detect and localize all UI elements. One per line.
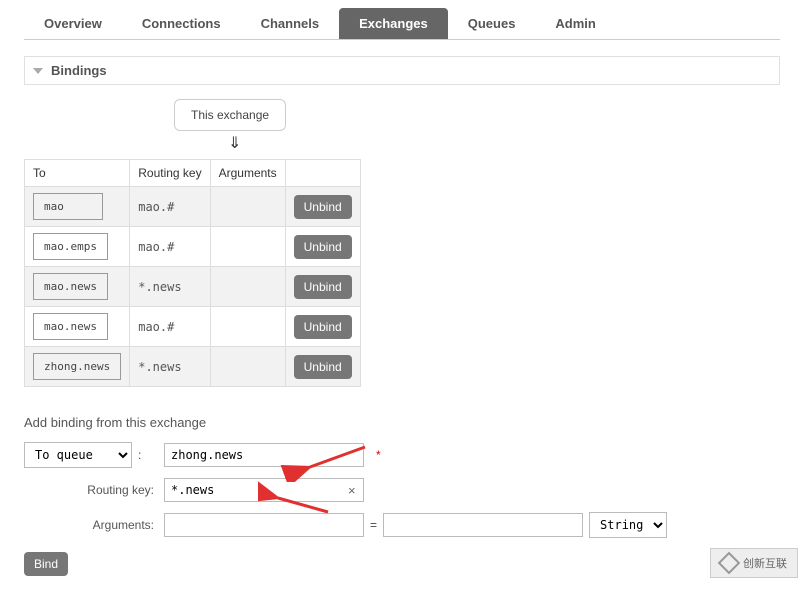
to-queue-select[interactable]: To queue bbox=[24, 442, 132, 468]
routing-key-cell: *.news bbox=[130, 267, 210, 307]
col-routing-key: Routing key bbox=[130, 160, 210, 187]
routing-key-cell: mao.# bbox=[130, 227, 210, 267]
watermark: 创新互联 bbox=[710, 548, 798, 578]
arguments-cell bbox=[210, 267, 285, 307]
tab-overview[interactable]: Overview bbox=[24, 8, 122, 39]
tab-admin[interactable]: Admin bbox=[535, 8, 615, 39]
queue-link[interactable]: mao.news bbox=[33, 313, 108, 340]
routing-key-cell: mao.# bbox=[130, 187, 210, 227]
table-row: mao.news *.news Unbind bbox=[25, 267, 361, 307]
queue-name-input[interactable] bbox=[164, 443, 364, 467]
queue-link[interactable]: zhong.news bbox=[33, 353, 121, 380]
argument-type-select[interactable]: String bbox=[589, 512, 667, 538]
unbind-button[interactable]: Unbind bbox=[294, 315, 352, 339]
queue-link[interactable]: mao.emps bbox=[33, 233, 108, 260]
bindings-table: To Routing key Arguments maomao.#Unbindm… bbox=[24, 159, 361, 387]
arguments-cell bbox=[210, 347, 285, 387]
table-row: zhong.news *.news Unbind bbox=[25, 347, 361, 387]
watermark-text: 创新互联 bbox=[743, 555, 787, 571]
unbind-button[interactable]: Unbind bbox=[294, 235, 352, 259]
bindings-title: Bindings bbox=[51, 63, 107, 78]
col-action bbox=[285, 160, 360, 187]
this-exchange-box: This exchange bbox=[174, 99, 286, 131]
tab-channels[interactable]: Channels bbox=[241, 8, 340, 39]
unbind-button[interactable]: Unbind bbox=[294, 355, 352, 379]
queue-link[interactable]: mao.news bbox=[33, 273, 108, 300]
add-binding-heading: Add binding from this exchange bbox=[24, 415, 780, 430]
routing-key-input[interactable] bbox=[164, 478, 364, 502]
argument-key-input[interactable] bbox=[164, 513, 364, 537]
argument-value-input[interactable] bbox=[383, 513, 583, 537]
chevron-down-icon bbox=[33, 68, 43, 74]
table-row: mao.news mao.# Unbind bbox=[25, 307, 361, 347]
arguments-label: Arguments: bbox=[24, 518, 164, 532]
equals-sep: = bbox=[370, 518, 377, 532]
required-marker: * bbox=[376, 448, 381, 462]
colon-sep: : bbox=[138, 448, 141, 462]
bind-button[interactable]: Bind bbox=[24, 552, 68, 576]
routing-key-cell: mao.# bbox=[130, 307, 210, 347]
add-binding-form: To queue : * Routing key: × Arguments: =… bbox=[24, 442, 780, 538]
watermark-icon bbox=[718, 552, 741, 575]
bindings-section-toggle[interactable]: Bindings bbox=[24, 56, 780, 85]
routing-key-label: Routing key: bbox=[24, 483, 164, 497]
arguments-cell bbox=[210, 187, 285, 227]
routing-key-cell: *.news bbox=[130, 347, 210, 387]
queue-link[interactable]: mao bbox=[33, 193, 103, 220]
table-row: mao mao.# Unbind bbox=[25, 187, 361, 227]
table-row: mao.emps mao.# Unbind bbox=[25, 227, 361, 267]
main-tabs: Overview Connections Channels Exchanges … bbox=[24, 8, 780, 40]
col-to: To bbox=[25, 160, 130, 187]
arrow-down-icon: ⇓ bbox=[228, 133, 780, 153]
unbind-button[interactable]: Unbind bbox=[294, 195, 352, 219]
tab-connections[interactable]: Connections bbox=[122, 8, 241, 39]
tab-queues[interactable]: Queues bbox=[448, 8, 536, 39]
clear-input-icon[interactable]: × bbox=[348, 483, 356, 498]
tab-exchanges[interactable]: Exchanges bbox=[339, 8, 448, 39]
unbind-button[interactable]: Unbind bbox=[294, 275, 352, 299]
col-arguments: Arguments bbox=[210, 160, 285, 187]
arguments-cell bbox=[210, 227, 285, 267]
arguments-cell bbox=[210, 307, 285, 347]
